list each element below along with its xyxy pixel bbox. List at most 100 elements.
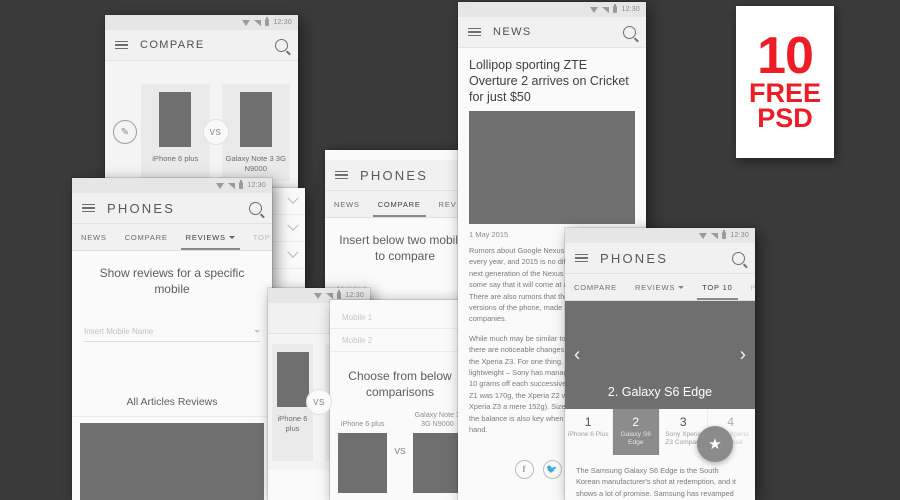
phone-thumbnail bbox=[412, 432, 462, 493]
compare-slot-label: Galaxy Note 3 3G N9000 bbox=[225, 153, 286, 173]
rank-number: 2 bbox=[632, 415, 640, 429]
tab-news[interactable]: NEWS bbox=[72, 224, 116, 250]
tab-bar: COMPARE REVIEWS TOP 10 PO bbox=[565, 274, 755, 301]
app-bar: PHONES bbox=[72, 193, 272, 224]
status-time: 12:30 bbox=[273, 19, 292, 26]
article-headline: Lollipop sporting ZTE Overture 2 arrives… bbox=[469, 58, 629, 104]
wifi-icon bbox=[590, 6, 599, 13]
phone-comparisons: Mobile 1 Mobile 2 Choose from below comp… bbox=[330, 300, 470, 500]
free-psd-badge: 10 FREE PSD bbox=[736, 6, 834, 158]
section-title: All Articles Reviews bbox=[72, 386, 272, 417]
rank-label: iPhone 6 Plus bbox=[567, 431, 609, 438]
status-bar: 12:30 bbox=[458, 2, 646, 17]
signal-icon bbox=[326, 292, 334, 299]
article-hero-image bbox=[469, 111, 635, 224]
rank-item-1[interactable]: 1 iPhone 6 Plus bbox=[565, 409, 613, 455]
chevron-down-icon bbox=[287, 219, 299, 231]
page-title: COMPARE bbox=[140, 39, 205, 51]
wifi-icon bbox=[216, 182, 225, 189]
search-icon[interactable] bbox=[623, 25, 636, 39]
chevron-down-icon bbox=[228, 235, 235, 239]
phone-thumbnail bbox=[338, 432, 388, 493]
compare-slot-label: iPhone 6 plus bbox=[152, 153, 199, 163]
battery-icon bbox=[337, 290, 342, 299]
tab-compare[interactable]: COMPARE bbox=[565, 274, 626, 300]
mobile-name-placeholder: Insert Mobile Name bbox=[84, 326, 154, 336]
brand-title: PHONES bbox=[600, 250, 669, 266]
star-icon[interactable]: ★ bbox=[697, 426, 733, 462]
tab-reviews[interactable]: REVIEWS bbox=[626, 274, 693, 300]
compare-slot[interactable]: iPhone 6 plus bbox=[141, 83, 210, 181]
status-bar: 12:30 bbox=[105, 15, 298, 30]
brand-title: PHONES bbox=[107, 200, 176, 216]
search-icon[interactable] bbox=[275, 38, 288, 52]
tab-popular[interactable]: PO bbox=[742, 274, 755, 300]
rank-number: 3 bbox=[679, 415, 687, 429]
comparison-item[interactable]: Galaxy Note 3 3G N9000 bbox=[412, 410, 462, 493]
comparison-item-label: iPhone 6 plus bbox=[340, 419, 385, 429]
tab-compare[interactable]: COMPARE bbox=[116, 224, 177, 250]
chevron-left-icon[interactable]: ‹ bbox=[574, 346, 580, 365]
tab-news[interactable]: NEWS bbox=[325, 191, 369, 217]
vs-badge: VS bbox=[394, 446, 406, 457]
status-time: 12:30 bbox=[345, 292, 364, 299]
status-bar: 12:30 bbox=[72, 178, 272, 193]
app-bar: NEWS bbox=[458, 17, 646, 48]
pencil-icon[interactable]: ✎ bbox=[113, 120, 137, 144]
tab-reviews[interactable]: REVIEWS bbox=[177, 224, 244, 250]
hamburger-icon[interactable] bbox=[575, 253, 588, 263]
hamburger-icon[interactable] bbox=[82, 203, 95, 213]
battery-icon bbox=[722, 230, 727, 239]
wifi-icon bbox=[314, 292, 323, 299]
phone-compare-top: 12:30 COMPARE ✎ iPhone 6 plus VS Galaxy … bbox=[105, 15, 298, 190]
top10-description: The Samsung Galaxy S6 Edge is the South … bbox=[576, 465, 736, 498]
slide-title: 2. Galaxy S6 Edge bbox=[607, 385, 713, 399]
battery-icon bbox=[265, 17, 270, 26]
twitter-icon[interactable]: 🐦 bbox=[542, 459, 562, 479]
app-bar: PHONES bbox=[565, 243, 755, 274]
tab-top10[interactable]: TOP 1 bbox=[244, 224, 272, 250]
search-icon[interactable] bbox=[732, 251, 745, 265]
top10-slider: ‹ › 2. Galaxy S6 Edge bbox=[565, 301, 755, 409]
mockup-stage: 12:30 COMPARE ✎ iPhone 6 plus VS Galaxy … bbox=[0, 0, 900, 500]
phone-thumbnail bbox=[276, 351, 309, 407]
signal-icon bbox=[602, 6, 610, 13]
hamburger-icon[interactable] bbox=[115, 40, 128, 50]
vs-badge: VS bbox=[306, 389, 332, 415]
chevron-down-icon bbox=[287, 246, 299, 258]
mobile-row-2[interactable]: Mobile 2 bbox=[330, 329, 470, 352]
tab-reviews-label: REVIEWS bbox=[634, 282, 676, 292]
signal-icon bbox=[254, 19, 262, 26]
facebook-icon[interactable]: f bbox=[514, 459, 534, 479]
comparison-item-label: Galaxy Note 3 3G N9000 bbox=[414, 410, 461, 429]
compare-slot[interactable]: Galaxy Note 3 3G N9000 bbox=[221, 83, 290, 181]
rank-number: 1 bbox=[584, 415, 592, 429]
comparison-item[interactable]: iPhone 6 plus bbox=[338, 419, 388, 493]
battery-icon bbox=[613, 4, 618, 13]
rank-item-2[interactable]: 2 Galaxy S6 Edge bbox=[612, 409, 660, 455]
tab-compare[interactable]: COMPARE bbox=[369, 191, 430, 217]
hamburger-icon[interactable] bbox=[335, 170, 348, 180]
page-title: NEWS bbox=[493, 26, 532, 38]
badge-psd: PSD bbox=[757, 102, 813, 133]
phone-thumbnail bbox=[239, 91, 272, 147]
signal-icon bbox=[228, 182, 236, 189]
rank-label: Galaxy S6 Edge bbox=[620, 431, 651, 447]
chevron-down-icon bbox=[254, 329, 260, 333]
review-card[interactable]: HTC One M9 review bbox=[80, 423, 264, 500]
mobile-row-1[interactable]: Mobile 1 bbox=[330, 306, 470, 329]
compare-slot-label: iPhone 6 plus bbox=[277, 413, 308, 433]
compare-slots: iPhone 6 plus VS Galaxy Note 3 3G N9000 bbox=[141, 83, 290, 181]
tab-reviews-label: REVIEWS bbox=[185, 232, 226, 242]
mobile-name-select[interactable]: Insert Mobile Name bbox=[84, 321, 260, 342]
phone-reviews: 12:30 PHONES NEWS COMPARE REVIEWS TOP 1 … bbox=[72, 178, 272, 500]
tab-top10[interactable]: TOP 10 bbox=[693, 274, 741, 300]
wifi-icon bbox=[699, 232, 708, 239]
chevron-right-icon[interactable]: › bbox=[740, 346, 746, 365]
phone-thumbnail bbox=[159, 91, 192, 147]
chevron-down-icon bbox=[287, 192, 299, 204]
vs-badge: VS bbox=[202, 119, 229, 145]
hamburger-icon[interactable] bbox=[468, 27, 481, 37]
search-icon[interactable] bbox=[249, 201, 262, 215]
status-time: 12:30 bbox=[247, 182, 266, 189]
